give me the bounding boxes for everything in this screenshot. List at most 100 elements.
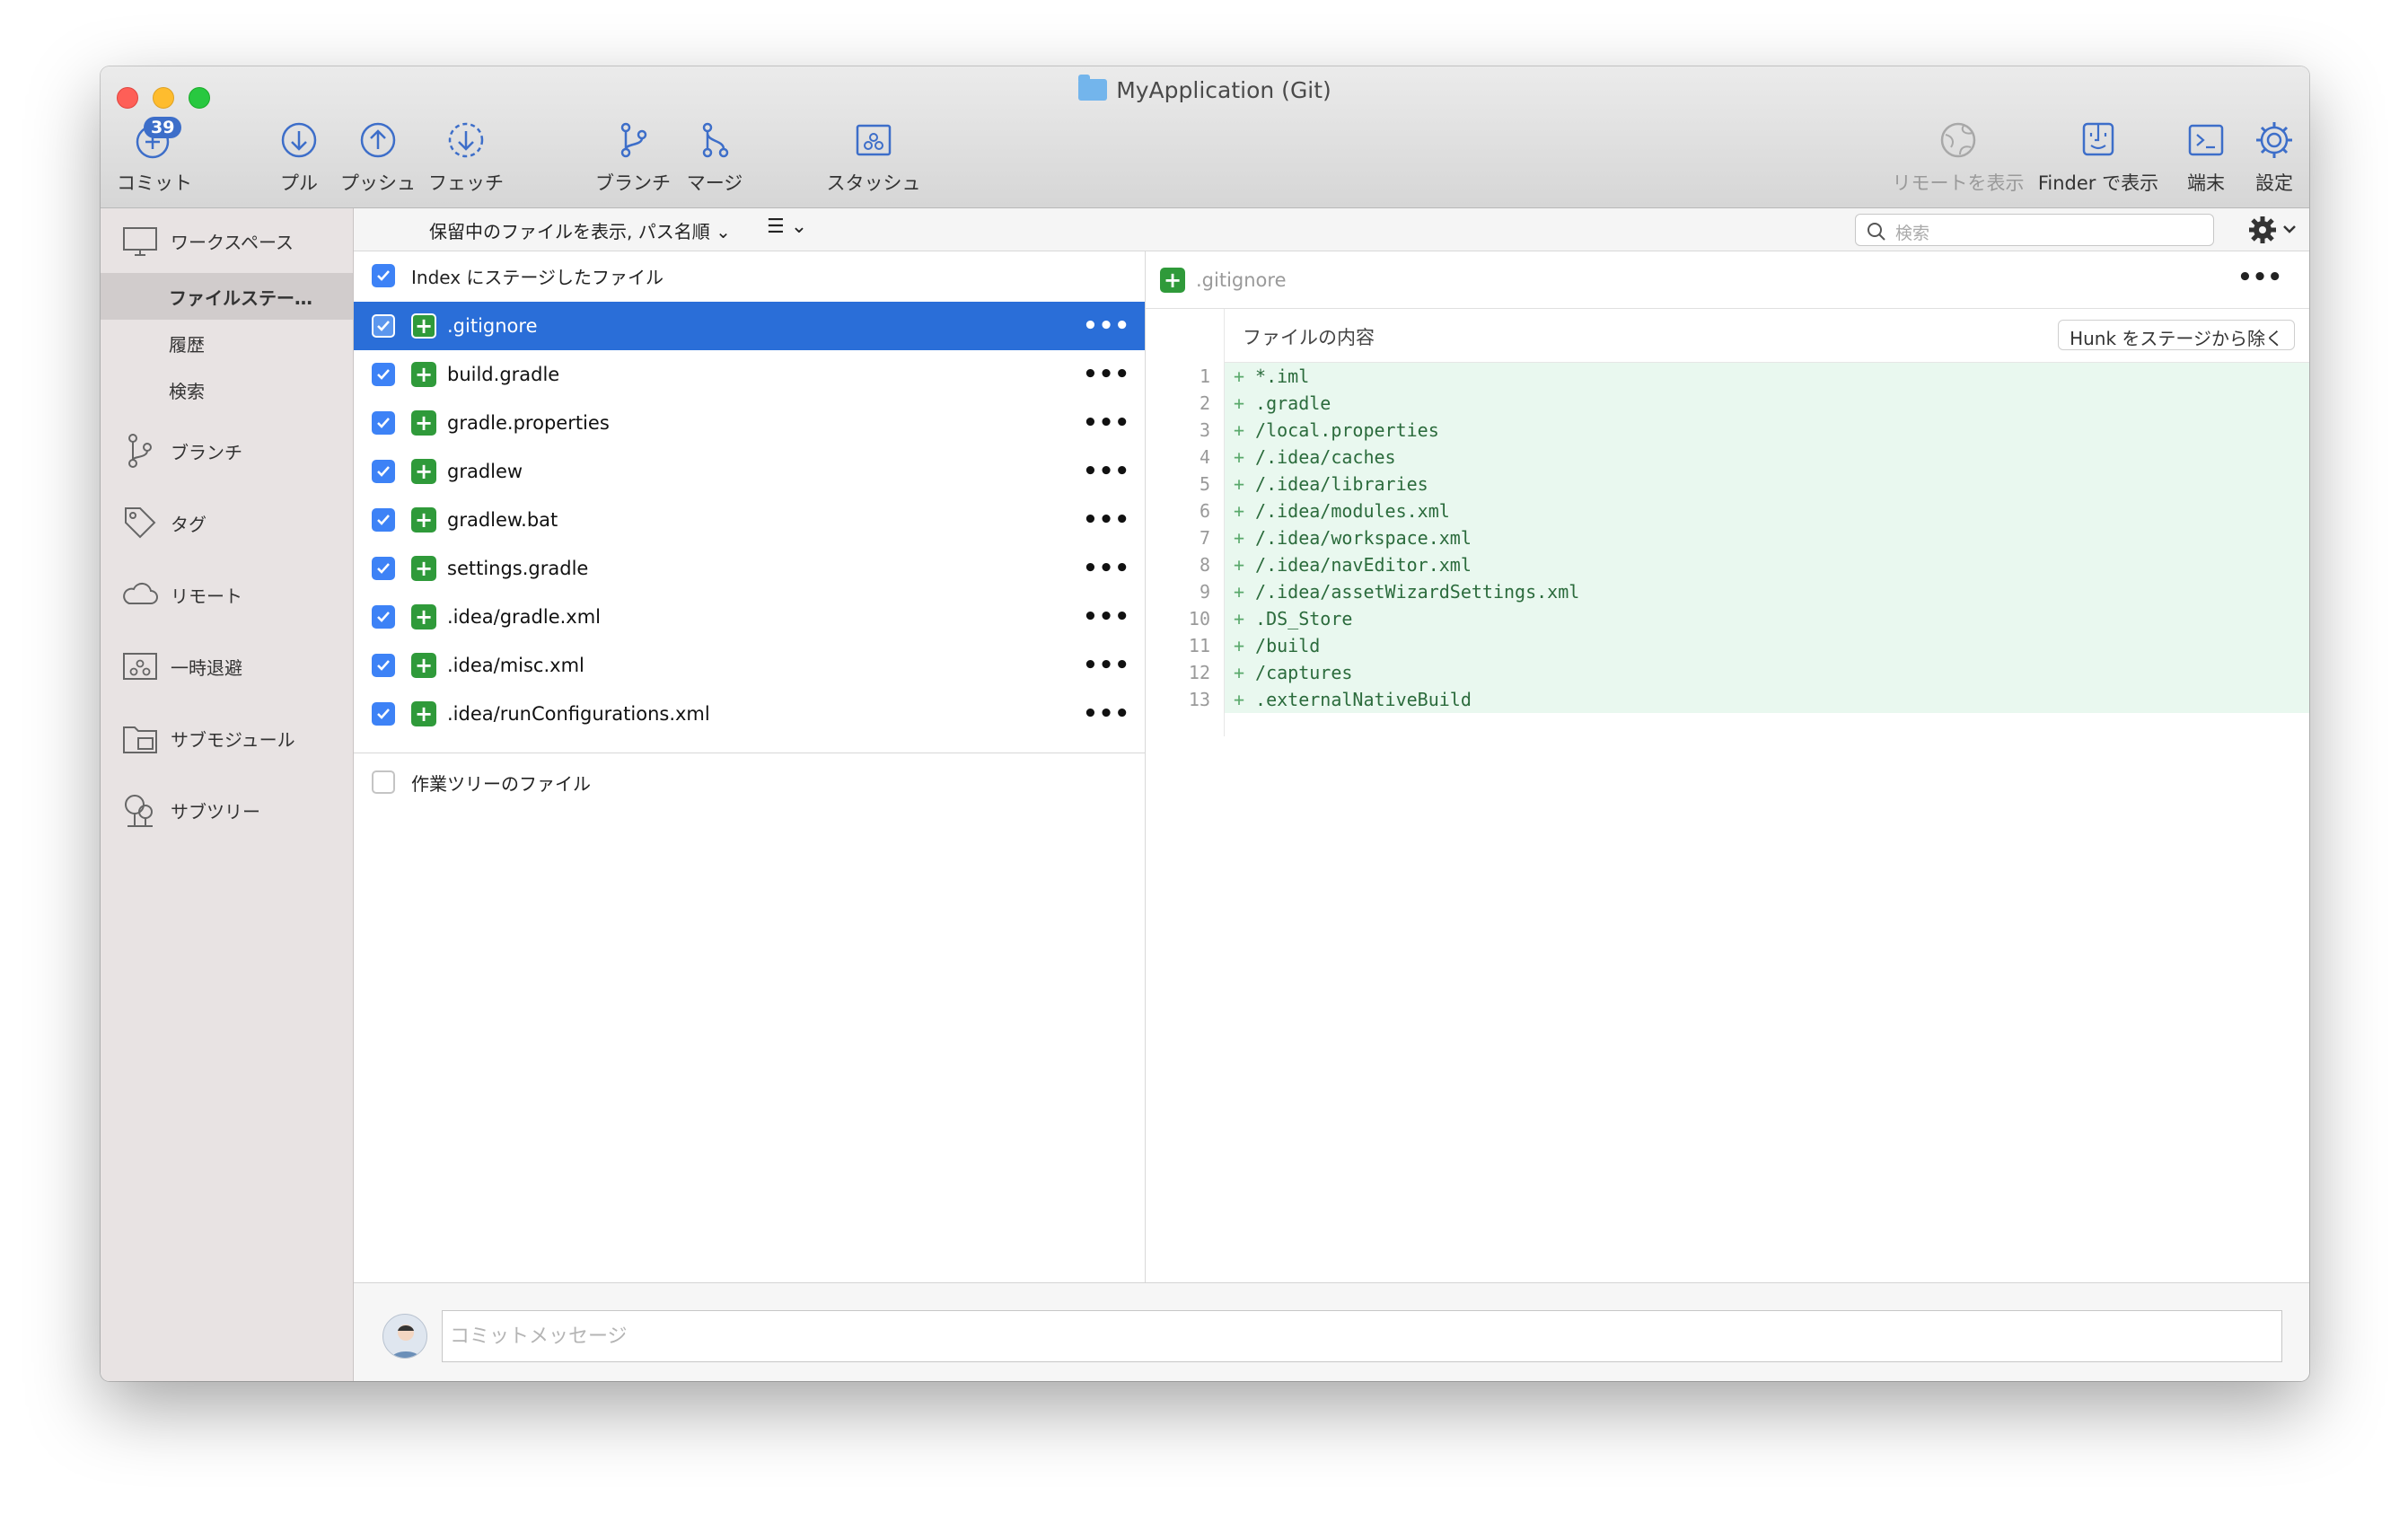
- file-more-button[interactable]: •••: [1083, 361, 1130, 388]
- pull-icon: [281, 122, 317, 158]
- diff-line[interactable]: 2 + .gradle: [1146, 390, 2309, 417]
- file-row[interactable]: + .idea/misc.xml •••: [354, 641, 1145, 690]
- commit-button[interactable]: 39 コミット: [113, 117, 196, 196]
- terminal-button[interactable]: 端末: [2175, 119, 2237, 196]
- diff-line[interactable]: 11 + /build: [1146, 632, 2309, 659]
- file-stage-checkbox[interactable]: [372, 557, 395, 580]
- file-stage-checkbox[interactable]: [372, 460, 395, 483]
- file-row[interactable]: + .gitignore •••: [354, 302, 1145, 350]
- diff-line[interactable]: 4 + /.idea/caches: [1146, 444, 2309, 471]
- sidebar-item-file-status[interactable]: ファイルステー…: [101, 273, 353, 320]
- line-number: 5: [1199, 473, 1210, 495]
- diff-line[interactable]: 7 + /.idea/workspace.xml: [1146, 524, 2309, 551]
- file-stage-checkbox[interactable]: [372, 508, 395, 532]
- filter-bar: 保留中のファイルを表示, パス名順 ⌄ ☰ ⌄ 検索: [354, 208, 2309, 251]
- file-stage-checkbox[interactable]: [372, 363, 395, 386]
- sidebar-item-branches[interactable]: ブランチ: [101, 427, 353, 474]
- stash-button[interactable]: スタッシュ: [824, 119, 923, 196]
- sidebar-item-subtrees[interactable]: サブツリー: [101, 787, 353, 833]
- merge-button[interactable]: マージ: [681, 119, 749, 196]
- commit-message-input[interactable]: コミットメッセージ: [442, 1310, 2282, 1362]
- monitor-icon: [123, 227, 157, 256]
- sidebar-item-tags[interactable]: タグ: [101, 499, 353, 546]
- line-number: 4: [1199, 446, 1210, 468]
- push-button[interactable]: プッシュ: [338, 119, 418, 196]
- file-row[interactable]: + .idea/runConfigurations.xml •••: [354, 690, 1145, 738]
- sidebar-item-remotes[interactable]: リモート: [101, 571, 353, 618]
- file-row[interactable]: + gradlew.bat •••: [354, 496, 1145, 544]
- commit-placeholder: コミットメッセージ: [450, 1325, 628, 1348]
- added-file-icon: +: [1160, 267, 1185, 293]
- unstaged-files-header: 作業ツリーのファイル: [354, 758, 1145, 806]
- file-more-button[interactable]: •••: [1083, 409, 1130, 436]
- added-marker: +: [1234, 500, 1245, 522]
- diff-line[interactable]: 5 + /.idea/libraries: [1146, 471, 2309, 497]
- file-row[interactable]: + gradlew •••: [354, 447, 1145, 496]
- file-stage-checkbox[interactable]: [372, 605, 395, 629]
- file-row[interactable]: + .idea/gradle.xml •••: [354, 593, 1145, 641]
- line-number: 10: [1188, 608, 1210, 629]
- stage-all-checkbox[interactable]: [372, 264, 395, 287]
- pull-button[interactable]: プル: [268, 119, 330, 196]
- file-status-panel: Index にステージしたファイル + .gitignore ••• + build.g…: [354, 251, 1146, 1282]
- file-stage-checkbox[interactable]: [372, 411, 395, 435]
- added-line-content: + /.idea/assetWizardSettings.xml: [1225, 578, 2309, 605]
- sidebar-item-search[interactable]: 検索: [101, 366, 353, 413]
- show-in-finder-button[interactable]: Finder で表示: [2031, 119, 2166, 196]
- added-line-content: + /captures: [1225, 659, 2309, 686]
- sidebar-item-workspace[interactable]: ワークスペース: [101, 217, 353, 264]
- file-row[interactable]: + build.gradle •••: [354, 350, 1145, 399]
- push-icon: [360, 122, 396, 158]
- sidebar-item-label: サブツリー: [171, 800, 260, 823]
- file-name: .idea/gradle.xml: [447, 606, 602, 628]
- diff-line[interactable]: 8 + /.idea/navEditor.xml: [1146, 551, 2309, 578]
- file-more-button[interactable]: •••: [1083, 652, 1130, 679]
- options-menu-button[interactable]: [2246, 212, 2300, 248]
- line-text: /.idea/libraries: [1255, 473, 1428, 495]
- file-stage-checkbox[interactable]: [372, 702, 395, 726]
- sidebar-item-stashes[interactable]: 一時退避: [101, 643, 353, 690]
- stash-icon: [123, 653, 157, 680]
- diff-line[interactable]: 9 + /.idea/assetWizardSettings.xml: [1146, 578, 2309, 605]
- file-filter-dropdown[interactable]: 保留中のファイルを表示, パス名順 ⌄: [429, 217, 731, 243]
- file-more-button[interactable]: •••: [1083, 555, 1130, 582]
- show-remote-button[interactable]: リモートを表示: [1891, 119, 2026, 196]
- added-line-content: + /.idea/workspace.xml: [1225, 524, 2309, 551]
- file-more-button[interactable]: •••: [1083, 506, 1130, 533]
- hunk-header: ファイルの内容 Hunk をステージから除く: [1225, 309, 2309, 363]
- file-more-button[interactable]: •••: [1083, 458, 1130, 485]
- file-row[interactable]: + settings.gradle •••: [354, 544, 1145, 593]
- diff-filename: .gitignore: [1196, 268, 1287, 291]
- line-text: /.idea/caches: [1255, 446, 1396, 468]
- sidebar-item-history[interactable]: 履歴: [101, 320, 353, 366]
- settings-button[interactable]: 設定: [2243, 119, 2306, 196]
- unstage-hunk-button[interactable]: Hunk をステージから除く: [2058, 320, 2295, 350]
- line-number: 3: [1199, 419, 1210, 441]
- unstaged-checkbox[interactable]: [372, 770, 395, 794]
- diff-line[interactable]: 10 + .DS_Store: [1146, 605, 2309, 632]
- file-stage-checkbox[interactable]: [372, 314, 395, 338]
- submodule-icon: [123, 726, 157, 753]
- file-stage-checkbox[interactable]: [372, 654, 395, 677]
- file-more-button[interactable]: •••: [1083, 312, 1130, 339]
- sidebar-item-submodules[interactable]: サブモジュール: [101, 715, 353, 761]
- diff-line[interactable]: 3 + /local.properties: [1146, 417, 2309, 444]
- diff-line[interactable]: 13 + .externalNativeBuild: [1146, 686, 2309, 713]
- diff-line[interactable]: 1 + *.iml: [1146, 363, 2309, 390]
- fetch-button[interactable]: フェッチ: [426, 119, 506, 196]
- added-file-icon: +: [411, 362, 436, 387]
- toolbar: MyApplication (Git) 39 コミット プル プッシュ フェッチ…: [101, 66, 2309, 208]
- line-number: 2: [1199, 392, 1210, 414]
- added-marker: +: [1234, 581, 1245, 603]
- file-more-button[interactable]: •••: [1083, 603, 1130, 630]
- commit-count-badge: 39: [144, 117, 182, 138]
- file-more-button[interactable]: •••: [1083, 700, 1130, 727]
- list-view-options[interactable]: ☰ ⌄: [767, 216, 807, 238]
- file-row[interactable]: + gradle.properties •••: [354, 399, 1145, 447]
- avatar: [382, 1314, 427, 1359]
- diff-line[interactable]: 6 + /.idea/modules.xml: [1146, 497, 2309, 524]
- diff-line[interactable]: 12 + /captures: [1146, 659, 2309, 686]
- branch-button[interactable]: ブランチ: [593, 119, 673, 196]
- diff-more-button[interactable]: •••: [2237, 264, 2282, 291]
- search-input[interactable]: 検索: [1855, 214, 2214, 246]
